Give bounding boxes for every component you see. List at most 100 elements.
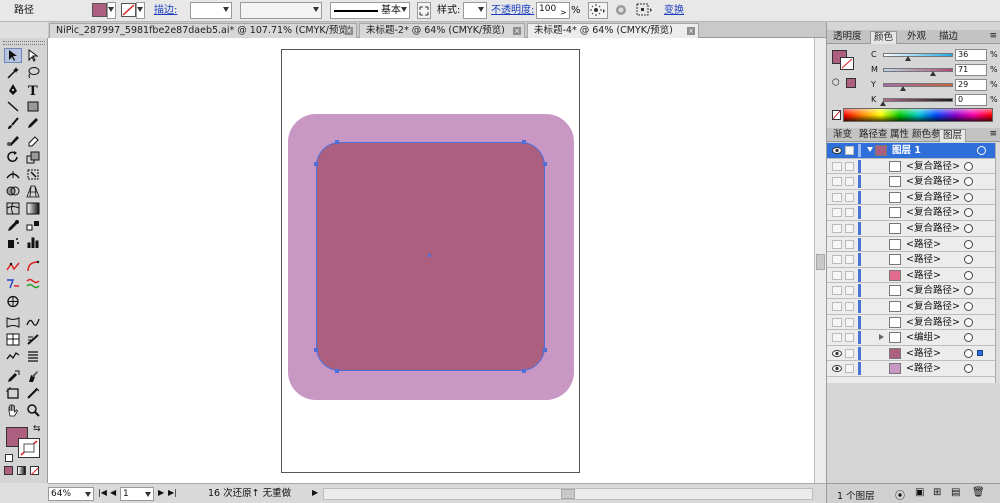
target-icon[interactable] xyxy=(964,255,973,265)
tab-transparency[interactable]: 透明度 xyxy=(830,31,865,44)
variable-width-profile[interactable] xyxy=(240,2,322,19)
lock-toggle[interactable] xyxy=(845,364,854,374)
close-icon[interactable]: × xyxy=(345,27,353,35)
rectangle-tool-icon[interactable] xyxy=(24,99,42,114)
layer-row[interactable]: <路径> xyxy=(827,361,995,377)
anchor-point[interactable] xyxy=(543,162,547,166)
wave-path-tool-icon[interactable] xyxy=(24,276,42,291)
live-paint-tool-icon[interactable] xyxy=(24,369,42,384)
default-colors-icon[interactable] xyxy=(5,454,13,462)
out-of-gamut-icon[interactable]: ⬡ xyxy=(832,78,840,88)
layer-row[interactable]: <路径> xyxy=(827,252,995,268)
target-icon[interactable] xyxy=(964,286,973,296)
opacity-arrow-icon[interactable]: > xyxy=(560,4,567,21)
direct-selection-tool-icon[interactable] xyxy=(24,48,42,63)
target-icon[interactable] xyxy=(964,192,973,202)
eye-icon[interactable] xyxy=(832,364,842,373)
layer-row[interactable]: <复合路径> xyxy=(827,189,995,206)
shape-builder-tool-icon[interactable] xyxy=(4,184,22,199)
eyedropper-tool-icon[interactable] xyxy=(4,218,22,233)
stroke-link[interactable]: 描边: xyxy=(154,2,177,19)
anchor-point[interactable] xyxy=(543,348,547,352)
scale-tool-icon[interactable] xyxy=(24,150,42,165)
mesh-tool-icon[interactable] xyxy=(4,201,22,216)
color-spectrum[interactable] xyxy=(843,108,993,122)
delete-layer-icon[interactable]: 🗑 xyxy=(972,487,985,498)
stroke-swatch[interactable] xyxy=(121,3,136,17)
lock-toggle[interactable] xyxy=(845,302,854,311)
color-mode-icon[interactable] xyxy=(4,466,13,475)
cut-path-tool-icon[interactable] xyxy=(4,259,22,274)
first-artboard-icon[interactable]: |◀ xyxy=(98,488,107,502)
lock-toggle[interactable] xyxy=(845,239,854,249)
opacity-link[interactable]: 不透明度: xyxy=(491,2,534,19)
visibility-toggle[interactable] xyxy=(832,177,842,187)
last-artboard-icon[interactable]: ▶| xyxy=(168,488,177,502)
slider-handle[interactable] xyxy=(905,56,912,61)
tab-stroke[interactable]: 描边 xyxy=(936,31,961,44)
lock-toggle[interactable] xyxy=(845,208,854,218)
slice-select-tool-icon[interactable] xyxy=(24,386,42,401)
layer-row[interactable]: <复合路径> xyxy=(827,314,995,331)
column-graph-tool-icon[interactable] xyxy=(24,235,42,250)
visibility-toggle[interactable] xyxy=(832,208,842,218)
channel-value[interactable]: 36 xyxy=(955,49,987,61)
artboard-tool-icon[interactable] xyxy=(4,386,22,401)
layer-row[interactable]: <复合路径> xyxy=(827,205,995,221)
slice-tool-icon[interactable] xyxy=(4,332,22,347)
lock-toggle[interactable] xyxy=(845,286,854,296)
lock-toggle[interactable] xyxy=(845,192,854,202)
lock-toggle[interactable] xyxy=(845,177,854,187)
line-tool-icon[interactable] xyxy=(4,99,22,114)
target-icon[interactable] xyxy=(964,224,973,233)
visibility-toggle[interactable] xyxy=(832,239,842,249)
doc-tab-1[interactable]: NiPic_287997_5981fbe2e87daeb5.ai* @ 107.… xyxy=(49,23,357,38)
anchor-point[interactable] xyxy=(335,140,339,144)
target-icon[interactable] xyxy=(964,364,973,374)
width-tool-icon[interactable] xyxy=(4,167,22,182)
recolor-artwork-icon[interactable] xyxy=(588,2,608,19)
panel-grip[interactable] xyxy=(3,41,45,45)
channel-slider[interactable] xyxy=(883,98,953,102)
lock-toggle[interactable] xyxy=(845,317,854,327)
close-icon[interactable]: × xyxy=(513,27,521,35)
lock-toggle[interactable] xyxy=(845,224,854,233)
arc-path-tool-icon[interactable] xyxy=(24,259,42,274)
visibility-toggle[interactable] xyxy=(832,302,842,311)
target-icon[interactable] xyxy=(964,177,973,187)
scrollbar-thumb[interactable] xyxy=(816,254,825,270)
eraser-tool-icon[interactable] xyxy=(24,133,42,148)
channel-value[interactable]: 29 xyxy=(955,79,987,91)
graphic-style-dropdown[interactable] xyxy=(463,2,487,19)
panel-menu-icon[interactable]: ≡ xyxy=(989,31,997,41)
slider-handle[interactable] xyxy=(880,101,886,106)
artboard-number-field[interactable]: 1 xyxy=(120,487,154,501)
layer-row-top[interactable]: 图层 1 xyxy=(827,143,995,159)
type-tool-icon[interactable]: T xyxy=(24,82,42,97)
anchor-point[interactable] xyxy=(522,140,526,144)
connect-path-tool-icon[interactable] xyxy=(4,276,22,291)
pencil-tool-icon[interactable] xyxy=(24,116,42,131)
anchor-point[interactable] xyxy=(522,369,526,373)
lock-toggle[interactable] xyxy=(845,333,854,343)
lasso-tool-icon[interactable] xyxy=(24,65,42,80)
channel-slider[interactable] xyxy=(883,68,953,72)
symbol-sprayer-tool-icon[interactable] xyxy=(4,235,22,250)
fit-icon[interactable] xyxy=(417,2,431,19)
visibility-toggle[interactable] xyxy=(832,317,842,327)
vertical-scrollbar[interactable] xyxy=(814,38,826,483)
crosshair-tool-icon[interactable] xyxy=(4,294,22,309)
visibility-toggle[interactable] xyxy=(832,161,842,171)
doc-tab-2[interactable]: 未标题-2* @ 64% (CMYK/预览) × xyxy=(359,23,525,38)
canvas-area[interactable] xyxy=(48,38,814,483)
layer-row[interactable]: <复合路径> xyxy=(827,221,995,237)
layer-row[interactable]: <复合路径> xyxy=(827,283,995,299)
expand-icon[interactable] xyxy=(879,334,884,341)
pen-tool-icon[interactable] xyxy=(4,82,22,97)
visibility-toggle[interactable] xyxy=(832,255,842,265)
lock-toggle[interactable] xyxy=(845,270,854,280)
layer-row[interactable]: <路径> xyxy=(827,236,995,253)
graph-line-tool-icon[interactable] xyxy=(4,349,22,364)
channel-value[interactable]: 0 xyxy=(955,94,987,106)
magic-wand-tool-icon[interactable] xyxy=(4,65,22,80)
